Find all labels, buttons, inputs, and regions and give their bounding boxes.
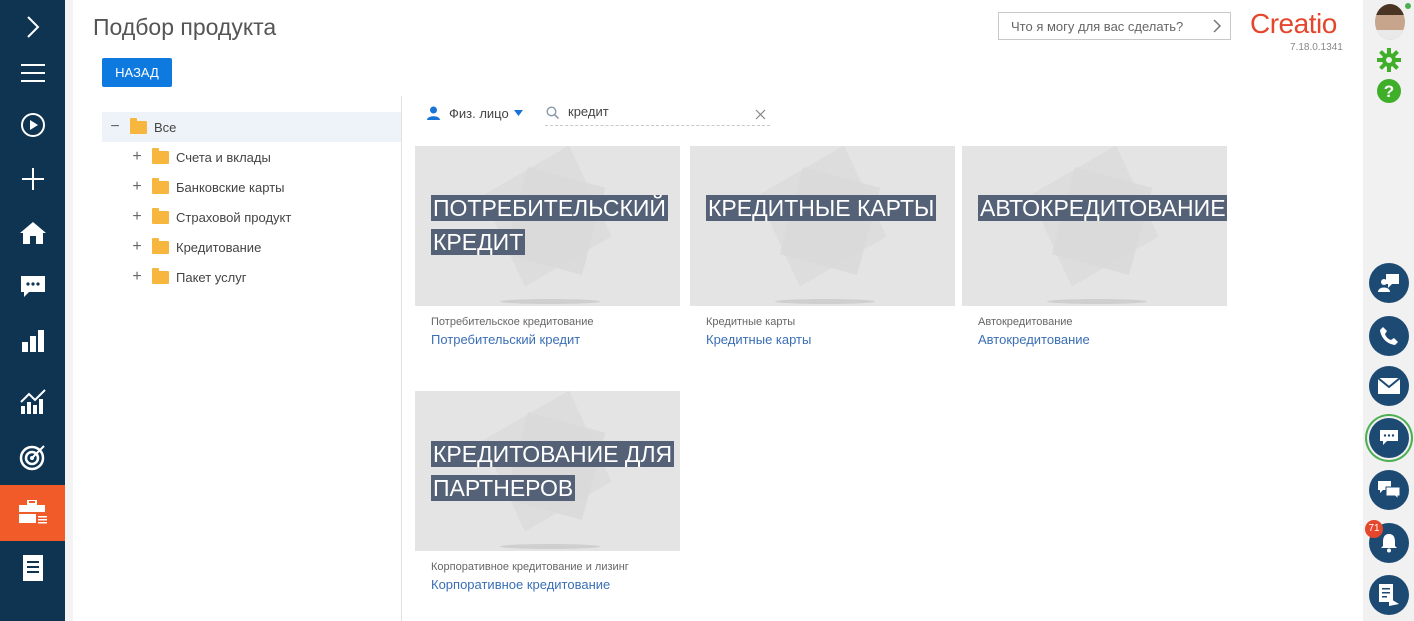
- tree-item-label: Банковские карты: [176, 179, 285, 195]
- expand-icon[interactable]: +: [130, 268, 144, 286]
- tree-item[interactable]: + Пакет услуг: [102, 262, 402, 292]
- main-area: Подбор продукта НАЗАД Что я могу для вас…: [73, 0, 1363, 621]
- product-banner: ПОТРЕБИТЕЛЬСКИЙ КРЕДИТ: [431, 195, 668, 255]
- email-icon[interactable]: [1369, 366, 1409, 406]
- right-panel: ? 71: [1363, 0, 1414, 621]
- product-card[interactable]: ПОТРЕБИТЕЛЬСКИЙ КРЕДИТ Потребительское кр…: [415, 146, 680, 347]
- expand-icon[interactable]: +: [130, 178, 144, 196]
- product-card[interactable]: КРЕДИТНЫЕ КАРТЫ Кредитные карты Кредитны…: [690, 146, 955, 347]
- customer-type-label: Физ. лицо: [449, 105, 509, 121]
- creatio-logo: Creatio: [1250, 8, 1337, 39]
- chevron-right-icon[interactable]: [1212, 18, 1222, 37]
- home-icon[interactable]: [0, 206, 65, 260]
- tree-item[interactable]: + Банковские карты: [102, 172, 402, 202]
- product-category: Автокредитование: [978, 316, 1073, 328]
- product-banner: КРЕДИТНЫЕ КАРТЫ: [706, 195, 937, 221]
- folder-icon: [152, 267, 169, 284]
- tree-item[interactable]: + Кредитование: [102, 232, 402, 262]
- tree-item-label: Пакет услуг: [176, 269, 247, 285]
- analytics-icon[interactable]: [0, 374, 65, 428]
- dashboards-icon[interactable]: [0, 314, 65, 368]
- tree-item-label: Кредитование: [176, 239, 262, 255]
- folder-icon: [130, 117, 147, 134]
- folder-icon: [152, 237, 169, 254]
- tree-item-root[interactable]: − Все: [102, 112, 402, 142]
- left-sidebar: [0, 0, 65, 621]
- product-banner: АВТОКРЕДИТОВАНИЕ: [978, 195, 1227, 221]
- collapse-icon[interactable]: −: [108, 118, 122, 136]
- expand-icon[interactable]: +: [130, 148, 144, 166]
- command-line[interactable]: Что я могу для вас сделать?: [998, 12, 1231, 40]
- tree-item[interactable]: + Страховой продукт: [102, 202, 402, 232]
- product-category: Корпоративное кредитование и лизинг: [431, 561, 629, 573]
- feed-icon[interactable]: [0, 260, 65, 314]
- command-line-placeholder: Что я могу для вас сделать?: [1011, 19, 1184, 34]
- documents-icon[interactable]: [0, 541, 65, 595]
- product-category: Потребительское кредитование: [431, 316, 594, 328]
- caret-down-icon[interactable]: [513, 110, 523, 116]
- search-icon: [546, 106, 559, 119]
- contact-center-icon[interactable]: [1369, 263, 1409, 303]
- divider: [401, 96, 402, 621]
- search-input[interactable]: кредит: [568, 104, 609, 119]
- person-icon: [427, 106, 440, 120]
- hamburger-menu-icon[interactable]: [0, 46, 65, 100]
- messages-icon[interactable]: [1369, 470, 1409, 510]
- product-image[interactable]: КРЕДИТОВАНИЕ ДЛЯ ПАРТНЕРОВ: [415, 391, 680, 551]
- product-image[interactable]: ПОТРЕБИТЕЛЬСКИЙ КРЕДИТ: [415, 146, 680, 306]
- product-name-link[interactable]: Потребительский кредит: [415, 332, 680, 347]
- product-banner: КРЕДИТОВАНИЕ ДЛЯ ПАРТНЕРОВ: [431, 441, 675, 501]
- version-label: 7.18.0.1341: [1290, 42, 1343, 53]
- product-card[interactable]: КРЕДИТОВАНИЕ ДЛЯ ПАРТНЕРОВ Корпоративное …: [415, 391, 680, 592]
- tree-item-label: Счета и вклады: [176, 149, 271, 165]
- avatar[interactable]: [1375, 4, 1405, 40]
- play-process-icon[interactable]: [0, 98, 65, 152]
- expand-icon[interactable]: +: [130, 238, 144, 256]
- folder-icon: [152, 147, 169, 164]
- svg-text:?: ?: [1384, 82, 1394, 101]
- tasks-icon[interactable]: [1369, 575, 1409, 615]
- tree-item-label: Все: [154, 119, 177, 135]
- products-icon[interactable]: [0, 485, 65, 541]
- folder-icon: [152, 207, 169, 224]
- target-icon[interactable]: [0, 430, 65, 484]
- tree-item[interactable]: + Счета и вклады: [102, 142, 402, 172]
- gear-icon[interactable]: [1377, 48, 1401, 77]
- phone-icon[interactable]: [1369, 316, 1409, 356]
- product-name-link[interactable]: Корпоративное кредитование: [415, 577, 680, 592]
- online-status-icon: [1405, 3, 1411, 9]
- sidebar-shadow: [65, 0, 73, 621]
- product-name-link[interactable]: Автокредитование: [962, 332, 1227, 347]
- folder-icon: [152, 177, 169, 194]
- help-icon[interactable]: ?: [1377, 79, 1401, 108]
- customer-type-filter[interactable]: Физ. лицо: [427, 102, 523, 124]
- product-category: Кредитные карты: [706, 316, 796, 328]
- product-image[interactable]: КРЕДИТНЫЕ КАРТЫ: [690, 146, 955, 306]
- page-title: Подбор продукта: [93, 14, 277, 40]
- chat-icon[interactable]: [1369, 418, 1409, 458]
- add-icon[interactable]: [0, 152, 65, 206]
- expand-icon[interactable]: +: [130, 208, 144, 226]
- product-name-link[interactable]: Кредитные карты: [690, 332, 955, 347]
- category-tree: − Все + Счета и вклады + Банковские карт…: [102, 112, 402, 292]
- product-card[interactable]: АВТОКРЕДИТОВАНИЕ Автокредитование Автокр…: [962, 146, 1227, 347]
- clear-search-icon[interactable]: [755, 104, 766, 123]
- back-button[interactable]: НАЗАД: [102, 58, 172, 87]
- product-image[interactable]: АВТОКРЕДИТОВАНИЕ: [962, 146, 1227, 306]
- tree-item-label: Страховой продукт: [176, 209, 292, 225]
- search-field[interactable]: кредит: [545, 102, 770, 126]
- notification-count-badge: 71: [1365, 520, 1383, 538]
